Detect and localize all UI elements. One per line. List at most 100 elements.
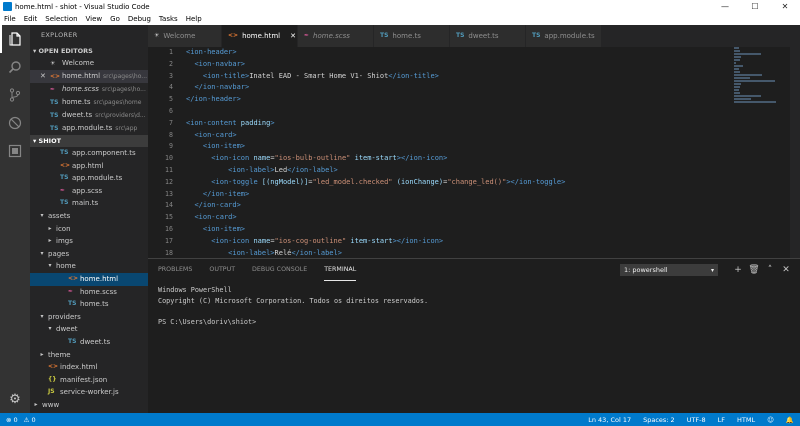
open-editor-path: src\providers\d...	[95, 112, 146, 119]
menu-edit[interactable]: Edit	[24, 15, 38, 23]
tab-welcome[interactable]: ☀ Welcome	[148, 25, 222, 47]
menu-go[interactable]: Go	[110, 15, 120, 23]
minimize-button[interactable]: —	[710, 0, 740, 13]
line-number: 1	[169, 48, 173, 56]
open-editors-header[interactable]: ▾ OPEN EDITORS	[30, 45, 148, 57]
code-line: </ion-card>	[186, 200, 578, 212]
menu-selection[interactable]: Selection	[45, 15, 77, 23]
terminal-select[interactable]: 1: powershell ▾	[620, 264, 718, 276]
tree-item[interactable]: TS app.module.ts	[30, 172, 148, 185]
code-editor[interactable]: 12345678910111213141516171819 <ion-heade…	[148, 47, 800, 258]
search-icon[interactable]	[0, 53, 30, 81]
code-line: <ion-icon name="ios-bulb-outline" item-s…	[186, 153, 578, 165]
errors-count[interactable]: ⊗ 0	[6, 416, 18, 424]
tab-problems[interactable]: PROBLEMS	[158, 259, 192, 281]
feedback-icon[interactable]: ☺	[767, 416, 774, 424]
cursor-position[interactable]: Ln 43, Col 17	[588, 416, 631, 424]
extensions-icon[interactable]	[0, 137, 30, 165]
tree-item[interactable]: <> home.html	[30, 272, 148, 286]
gear-icon[interactable]: ⚙	[0, 392, 30, 407]
line-number: 11	[165, 165, 173, 174]
vscode-logo-icon	[3, 2, 12, 11]
menu-help[interactable]: Help	[186, 15, 202, 23]
open-editor-item[interactable]: TS home.ts src\pages\home	[30, 96, 148, 109]
source-control-icon[interactable]	[0, 81, 30, 109]
tree-item-label: home.scss	[80, 287, 117, 296]
minimap-line	[734, 98, 751, 100]
tree-item[interactable]: ▸ theme	[30, 349, 148, 362]
open-editor-name: Welcome	[62, 59, 95, 67]
tree-item[interactable]: <> index.html	[30, 361, 148, 374]
language-mode[interactable]: HTML	[737, 416, 755, 424]
menu-tasks[interactable]: Tasks	[159, 15, 178, 23]
tree-item[interactable]: ▾ home	[30, 260, 148, 273]
code-line: <ion-header>	[186, 47, 578, 59]
tab-home-scss[interactable]: ✒ home.scss	[298, 25, 374, 47]
open-editor-path: src\pages\ho...	[103, 73, 148, 80]
tree-item[interactable]: {} manifest.json	[30, 374, 148, 387]
menu-view[interactable]: View	[86, 15, 103, 23]
encoding[interactable]: UTF-8	[687, 416, 706, 424]
tree-item[interactable]: ▾ providers	[30, 311, 148, 324]
tree-item[interactable]: JS service-worker.js	[30, 386, 148, 399]
tab-terminal[interactable]: TERMINAL	[324, 259, 357, 281]
project-header[interactable]: ▾ SHIOT	[30, 135, 148, 147]
code-line: </ion-item>	[186, 189, 578, 201]
files-icon[interactable]	[0, 25, 30, 53]
code-token: >	[270, 118, 275, 127]
menu-debug[interactable]: Debug	[128, 15, 151, 23]
tab-output[interactable]: OUTPUT	[209, 259, 235, 281]
tree-item[interactable]: ▸ www	[30, 399, 148, 412]
maximize-panel-icon[interactable]: ˄	[762, 263, 778, 277]
new-terminal-icon[interactable]: +	[730, 263, 746, 277]
close-icon[interactable]: ✕	[40, 70, 50, 83]
tree-item-label: icon	[56, 224, 71, 233]
tree-item[interactable]: TS home.ts	[30, 298, 148, 311]
open-editor-item[interactable]: ✕ <> home.html src\pages\ho...	[30, 70, 148, 83]
open-editor-item[interactable]: TS app.module.ts src\app	[30, 122, 148, 135]
maximize-button[interactable]: ☐	[740, 0, 770, 13]
tree-item[interactable]: ✒ home.scss	[30, 286, 148, 299]
tree-item[interactable]: ▸ imgs	[30, 235, 148, 248]
bell-icon[interactable]: 🔔	[786, 416, 794, 424]
tree-item[interactable]: ▾ dweet	[30, 323, 148, 336]
status-right: Ln 43, Col 17 Spaces: 2 UTF-8 LF HTML ☺ …	[576, 413, 794, 426]
tab-home-html[interactable]: <> home.html ✕	[222, 25, 298, 47]
tree-item[interactable]: ▾ pages	[30, 248, 148, 261]
tree-item[interactable]: ▾ assets	[30, 210, 148, 223]
tab-app-module-ts[interactable]: TS app.module.ts	[526, 25, 602, 47]
minimap[interactable]	[734, 47, 790, 137]
tree-item[interactable]: TS dweet.ts	[30, 336, 148, 349]
tab-dweet-ts[interactable]: TS dweet.ts	[450, 25, 526, 47]
file-type-icon: JS	[48, 388, 55, 396]
tree-item[interactable]: TS main.ts	[30, 197, 148, 210]
open-editor-item[interactable]: TS dweet.ts src\providers\d...	[30, 109, 148, 122]
terminal-output[interactable]: Windows PowerShell Copyright (C) Microsof…	[148, 281, 800, 327]
close-button[interactable]: ✕	[770, 0, 800, 13]
open-editor-item[interactable]: ✒ home.scss src\pages\ho...	[30, 83, 148, 96]
line-ending[interactable]: LF	[718, 416, 725, 424]
debug-icon[interactable]	[0, 109, 30, 137]
menu-file[interactable]: File	[4, 15, 16, 23]
tab-home-ts[interactable]: TS home.ts	[374, 25, 450, 47]
code-content[interactable]: <ion-header> <ion-navbar> <ion-title>Ina…	[186, 47, 578, 258]
code-token: padding	[240, 118, 271, 127]
warnings-count[interactable]: ⚠ 0	[24, 416, 36, 424]
tree-item[interactable]: <> app.html	[30, 160, 148, 173]
file-type-icon: <>	[68, 274, 79, 282]
open-editor-path: src\app	[115, 125, 138, 132]
tree-item[interactable]: ✒ app.scss	[30, 185, 148, 198]
indentation[interactable]: Spaces: 2	[643, 416, 675, 424]
open-editor-item[interactable]: ☀ Welcome	[30, 57, 148, 70]
tree-item-label: app.component.ts	[72, 149, 136, 157]
tree-item[interactable]: ▸ icon	[30, 223, 148, 236]
tab-debug-console[interactable]: DEBUG CONSOLE	[252, 259, 307, 281]
close-panel-icon[interactable]: ✕	[778, 263, 794, 277]
editor-scrollbar[interactable]	[790, 47, 800, 258]
tree-item[interactable]: TS app.component.ts	[30, 147, 148, 160]
trash-icon[interactable]: 🗑	[746, 263, 762, 277]
open-editor-name: app.module.ts	[62, 124, 113, 132]
close-icon[interactable]: ✕	[290, 25, 296, 47]
